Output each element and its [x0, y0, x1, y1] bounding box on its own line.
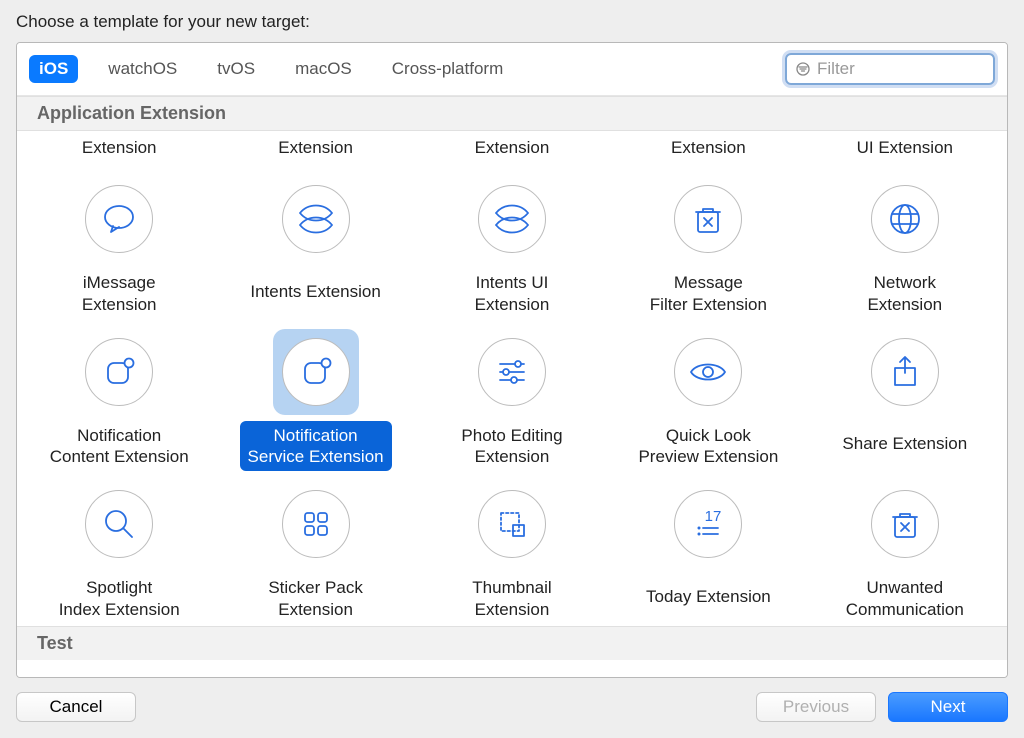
wave-icon: [282, 185, 350, 253]
today-icon: 17: [674, 490, 742, 558]
template-item[interactable]: Spotlight Index Extension: [23, 475, 215, 624]
template-icon-box: [469, 329, 555, 415]
template-icon-box: 17: [665, 481, 751, 567]
template-item[interactable]: Notification Service Extension: [219, 323, 411, 472]
template-icon-box: [76, 176, 162, 262]
template-label: Intents UI Extension: [467, 268, 558, 319]
template-label: Unwanted Communication: [838, 573, 972, 624]
template-label: Sticker Pack Extension: [260, 573, 370, 624]
template-label: Photo Editing Extension: [453, 421, 570, 472]
platform-tab-ios[interactable]: iOS: [29, 55, 78, 83]
filter-field[interactable]: [785, 53, 995, 85]
template-chooser-window: Choose a template for your new target: i…: [0, 0, 1024, 738]
template-icon-box: [469, 176, 555, 262]
globe-icon: [871, 185, 939, 253]
template-item[interactable]: Network Extension: [809, 170, 1001, 319]
previous-button: Previous: [756, 692, 876, 722]
templates-scroll[interactable]: Extension Extension Extension Extension UI E…: [17, 131, 1007, 677]
wave-icon: [478, 185, 546, 253]
share-icon: [871, 338, 939, 406]
template-grid-partial: Extension Extension Extension Extension UI E…: [17, 131, 1007, 164]
template-label: iMessage Extension: [74, 268, 165, 319]
platform-tab-watchos[interactable]: watchOS: [98, 55, 187, 83]
trashx-icon: [674, 185, 742, 253]
template-item-partial[interactable]: Extension: [612, 137, 804, 162]
template-item[interactable]: Intents UI Extension: [416, 170, 608, 319]
template-item[interactable]: Photo Editing Extension: [416, 323, 608, 472]
template-label: Extension: [274, 137, 357, 162]
trashx-icon: [871, 490, 939, 558]
filter-bar: iOS watchOS tvOS macOS Cross-platform: [17, 43, 1007, 96]
template-grid: iMessage Extension Intents Extension Inten…: [17, 164, 1007, 626]
template-label: Notification Content Extension: [42, 421, 197, 472]
svg-text:17: 17: [705, 508, 722, 525]
prompt-label: Choose a template for your new target:: [0, 0, 1024, 42]
template-icon-box: [665, 176, 751, 262]
template-icon-box: [469, 481, 555, 567]
template-item[interactable]: Thumbnail Extension: [416, 475, 608, 624]
rsquare-dot-icon: [282, 338, 350, 406]
template-icon-box: [273, 329, 359, 415]
footer-buttons: Cancel Previous Next: [0, 678, 1024, 738]
template-item-partial[interactable]: Extension: [219, 137, 411, 162]
next-button[interactable]: Next: [888, 692, 1008, 722]
platform-tab-cross-platform[interactable]: Cross-platform: [382, 55, 513, 83]
template-label: Network Extension: [859, 268, 950, 319]
template-item-partial[interactable]: Extension: [416, 137, 608, 162]
template-label: Thumbnail Extension: [464, 573, 559, 624]
template-icon-box: [665, 329, 751, 415]
template-icon-box: [862, 329, 948, 415]
template-item[interactable]: Share Extension: [809, 323, 1001, 472]
template-label: Quick Look Preview Extension: [630, 421, 786, 472]
rsquare-dot-icon: [85, 338, 153, 406]
template-item[interactable]: Intents Extension: [219, 170, 411, 319]
template-label: Spotlight Index Extension: [51, 573, 188, 624]
template-label: Notification Service Extension: [240, 421, 392, 472]
template-icon-box: [273, 176, 359, 262]
platform-tab-macos[interactable]: macOS: [285, 55, 362, 83]
template-item[interactable]: Unwanted Communication: [809, 475, 1001, 624]
bubble-icon: [85, 185, 153, 253]
eye-icon: [674, 338, 742, 406]
template-label: Extension: [667, 137, 750, 162]
template-icon-box: [76, 481, 162, 567]
template-label: Share Extension: [834, 421, 975, 467]
template-item[interactable]: 17 Today Extension: [612, 475, 804, 624]
template-label: Message Filter Extension: [642, 268, 775, 319]
template-item[interactable]: Message Filter Extension: [612, 170, 804, 319]
template-item-partial[interactable]: Extension: [23, 137, 215, 162]
platform-tab-tvos[interactable]: tvOS: [207, 55, 265, 83]
template-label: Extension: [471, 137, 554, 162]
sliders-icon: [478, 338, 546, 406]
section-test: Test: [17, 626, 1007, 660]
cancel-button[interactable]: Cancel: [16, 692, 136, 722]
templates-panel: iOS watchOS tvOS macOS Cross-platform Applic…: [16, 42, 1008, 678]
template-item[interactable]: iMessage Extension: [23, 170, 215, 319]
template-item[interactable]: Notification Content Extension: [23, 323, 215, 472]
template-icon-box: [76, 329, 162, 415]
filter-icon: [795, 61, 811, 77]
filter-input[interactable]: [817, 59, 985, 79]
fourapps-icon: [282, 490, 350, 558]
template-label: Extension: [78, 137, 161, 162]
template-label: Intents Extension: [242, 268, 388, 314]
platform-tabs: iOS watchOS tvOS macOS Cross-platform: [29, 55, 513, 83]
section-application-extension: Application Extension: [17, 96, 1007, 131]
template-icon-box: [273, 481, 359, 567]
thumb-icon: [478, 490, 546, 558]
template-item[interactable]: Sticker Pack Extension: [219, 475, 411, 624]
template-item-partial[interactable]: UI Extension: [809, 137, 1001, 162]
template-icon-box: [862, 176, 948, 262]
magnify-icon: [85, 490, 153, 558]
template-item[interactable]: Quick Look Preview Extension: [612, 323, 804, 472]
template-label: UI Extension: [853, 137, 957, 162]
template-label: Today Extension: [638, 573, 779, 619]
template-icon-box: [862, 481, 948, 567]
